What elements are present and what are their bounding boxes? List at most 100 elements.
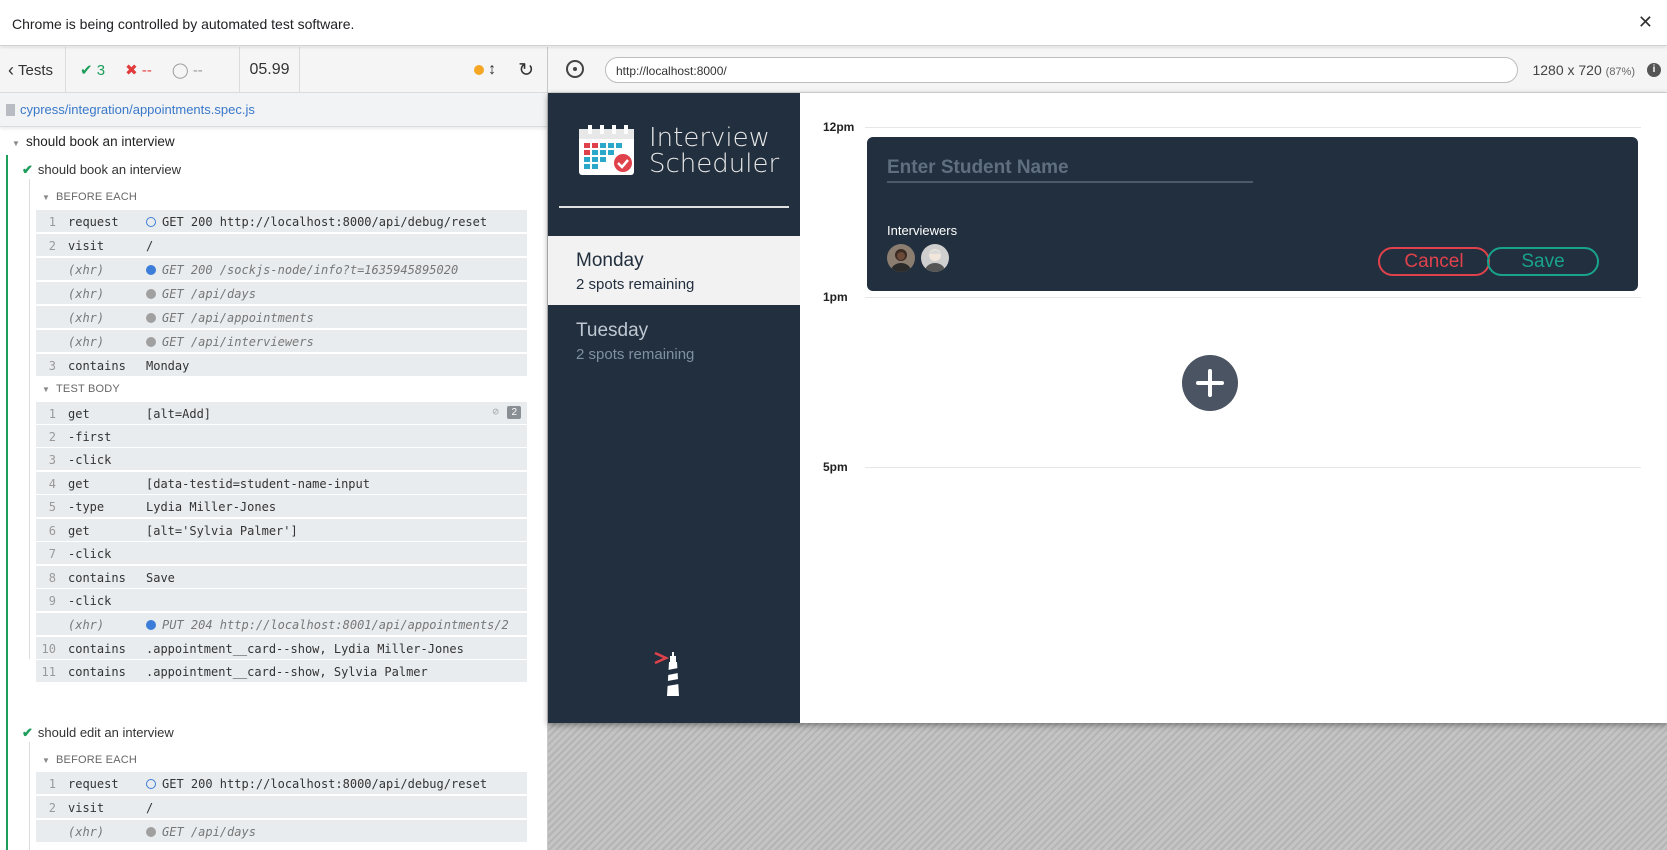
cmd-name: -click — [68, 547, 112, 561]
check-icon: ✔ — [80, 62, 93, 79]
cmd-msg: [alt=Add] — [146, 407, 212, 421]
cancel-button[interactable]: Cancel — [1378, 247, 1490, 276]
viewport-info: 1280 x 720 (87%) — [1532, 62, 1635, 78]
info-icon[interactable]: i — [1647, 63, 1661, 77]
suite-title[interactable]: ▼ should book an interview — [12, 134, 175, 149]
cmd-num: 8 — [48, 571, 56, 585]
cmd-name: contains — [68, 642, 126, 656]
cmd-num: 6 — [48, 524, 56, 538]
command-row[interactable]: 9 -click — [36, 589, 527, 612]
hook-label: BEFORE EACH — [56, 191, 138, 203]
command-row[interactable]: (xhr) GET 200 /sockjs-node/info?t=163594… — [36, 258, 527, 281]
pending-count: -- — [192, 62, 203, 79]
command-row[interactable]: 2 -first — [36, 425, 527, 448]
command-row[interactable]: 5 -type Lydia Miller-Jones — [36, 495, 527, 518]
command-row[interactable]: 3 -click — [36, 448, 527, 471]
url-bar[interactable]: http://localhost:8000/ — [605, 57, 1518, 83]
time-divider — [865, 297, 1641, 298]
passed-count: 3 — [96, 62, 106, 79]
cmd-msg: [data-testid=student-name-input — [146, 477, 370, 491]
infobar-message: Chrome is being controlled by automated … — [12, 16, 355, 32]
cmd-name: (xhr) — [68, 335, 105, 349]
time-divider — [865, 127, 1641, 128]
cmd-msg: GET 200 http://localhost:8000/api/debug/… — [146, 215, 487, 229]
test-title-text: should book an interview — [37, 162, 181, 177]
time-slot-label: 5pm — [823, 460, 848, 474]
cmd-msg: Lydia Miller-Jones — [146, 500, 277, 514]
cmd-msg: GET 200 /sockjs-node/info?t=163594589502… — [146, 263, 458, 277]
command-row[interactable]: 11 contains .appointment__card--show, Sy… — [36, 660, 527, 683]
student-name-input[interactable] — [887, 155, 1253, 183]
cmd-num: 1 — [48, 407, 56, 421]
command-row[interactable]: 1 request GET 200 http://localhost:8000/… — [36, 772, 527, 795]
cmd-msg: GET /api/days — [146, 287, 256, 301]
check-icon: ✔ — [22, 162, 33, 177]
command-row[interactable]: 3 contains Monday — [36, 354, 527, 377]
command-row[interactable]: 1 request GET 200 http://localhost:8000/… — [36, 210, 527, 233]
suite-title-text: should book an interview — [26, 134, 175, 149]
cmd-num: 9 — [48, 594, 56, 608]
passed-stat: ✔ 3 — [80, 61, 105, 79]
test-status-border — [6, 155, 8, 850]
app-title: Interview Scheduler — [649, 125, 779, 177]
cmd-num: 1 — [48, 777, 56, 791]
command-row[interactable]: 2 visit / — [36, 234, 527, 257]
cmd-name: -click — [68, 453, 112, 467]
test-title[interactable]: ✔ should edit an interview — [22, 725, 174, 741]
cmd-name: (xhr) — [68, 287, 105, 301]
command-row[interactable]: (xhr) GET /api/days — [36, 820, 527, 843]
command-row[interactable]: 4 get [data-testid=student-name-input — [36, 472, 527, 495]
appointment-form: Interviewers Cancel Save — [867, 137, 1638, 291]
command-row[interactable]: (xhr) PUT 204 http://localhost:8001/api/… — [36, 613, 527, 636]
hook-before-each[interactable]: ▼ BEFORE EACH — [42, 754, 137, 766]
failed-count: -- — [141, 62, 152, 79]
command-row[interactable]: 10 contains .appointment__card--show, Ly… — [36, 637, 527, 660]
day-item-tuesday[interactable]: Tuesday 2 spots remaining — [548, 306, 800, 375]
cmd-name: (xhr) — [68, 825, 105, 839]
cmd-num: 2 — [48, 430, 56, 444]
command-row[interactable]: (xhr) GET /api/days — [36, 282, 527, 305]
aut-header: http://localhost:8000/ 1280 x 720 (87%) … — [548, 47, 1667, 93]
cmd-msg: GET /api/interviewers — [146, 335, 314, 349]
add-appointment-icon[interactable] — [1182, 355, 1238, 411]
cmd-name: visit — [68, 801, 105, 815]
tests-button[interactable]: ‹ Tests — [0, 47, 66, 93]
hook-before-each[interactable]: ▼ BEFORE EACH — [42, 191, 137, 203]
command-row[interactable]: 1 get [alt=Add] ⊘ 2 — [36, 402, 527, 425]
request-indicator-icon — [146, 217, 156, 227]
cmd-name: (xhr) — [68, 311, 105, 325]
xhr-indicator-icon — [146, 289, 156, 299]
command-row[interactable]: 8 contains Save — [36, 566, 527, 589]
test-title[interactable]: ✔ should book an interview — [22, 162, 181, 178]
selector-playground-icon[interactable] — [566, 60, 584, 78]
xhr-indicator-icon — [146, 337, 156, 347]
restart-icon[interactable]: ↻ — [518, 59, 534, 82]
hook-test-body[interactable]: ▼ TEST BODY — [42, 383, 120, 395]
command-row[interactable]: 6 get [alt='Sylvia Palmer'] — [36, 519, 527, 542]
cmd-msg-text: GET /api/days — [162, 825, 256, 839]
command-row[interactable]: 2 visit / — [36, 796, 527, 819]
cmd-num: 3 — [48, 453, 56, 467]
close-icon[interactable]: ✕ — [1638, 12, 1653, 33]
command-row[interactable]: 7 -click — [36, 542, 527, 565]
day-name: Tuesday — [576, 320, 649, 341]
command-row[interactable]: (xhr) GET /api/appointments — [36, 306, 527, 329]
duration: 05.99 — [240, 47, 300, 93]
cmd-name: contains — [68, 359, 126, 373]
caret-down-icon: ▼ — [12, 139, 20, 148]
sidebar: Interview Scheduler Monday 2 spots remai… — [548, 93, 800, 723]
save-button[interactable]: Save — [1487, 247, 1599, 276]
caret-down-icon: ▼ — [42, 193, 51, 202]
spec-path-link[interactable]: cypress/integration/appointments.spec.js — [20, 102, 255, 117]
pending-circle-icon: ◯ — [171, 62, 189, 79]
request-indicator-icon — [146, 779, 156, 789]
day-item-monday[interactable]: Monday 2 spots remaining — [548, 236, 800, 305]
cmd-msg: Monday — [146, 359, 190, 373]
interviewer-avatar[interactable] — [887, 244, 915, 272]
command-row[interactable]: (xhr) GET /api/interviewers — [36, 330, 527, 353]
interviewer-avatar[interactable] — [921, 244, 949, 272]
time-divider — [865, 467, 1641, 468]
reporter-controls: ↕ ↻ — [474, 47, 547, 93]
spec-file-bar: cypress/integration/appointments.spec.js — [0, 93, 547, 127]
day-name: Monday — [576, 250, 644, 271]
